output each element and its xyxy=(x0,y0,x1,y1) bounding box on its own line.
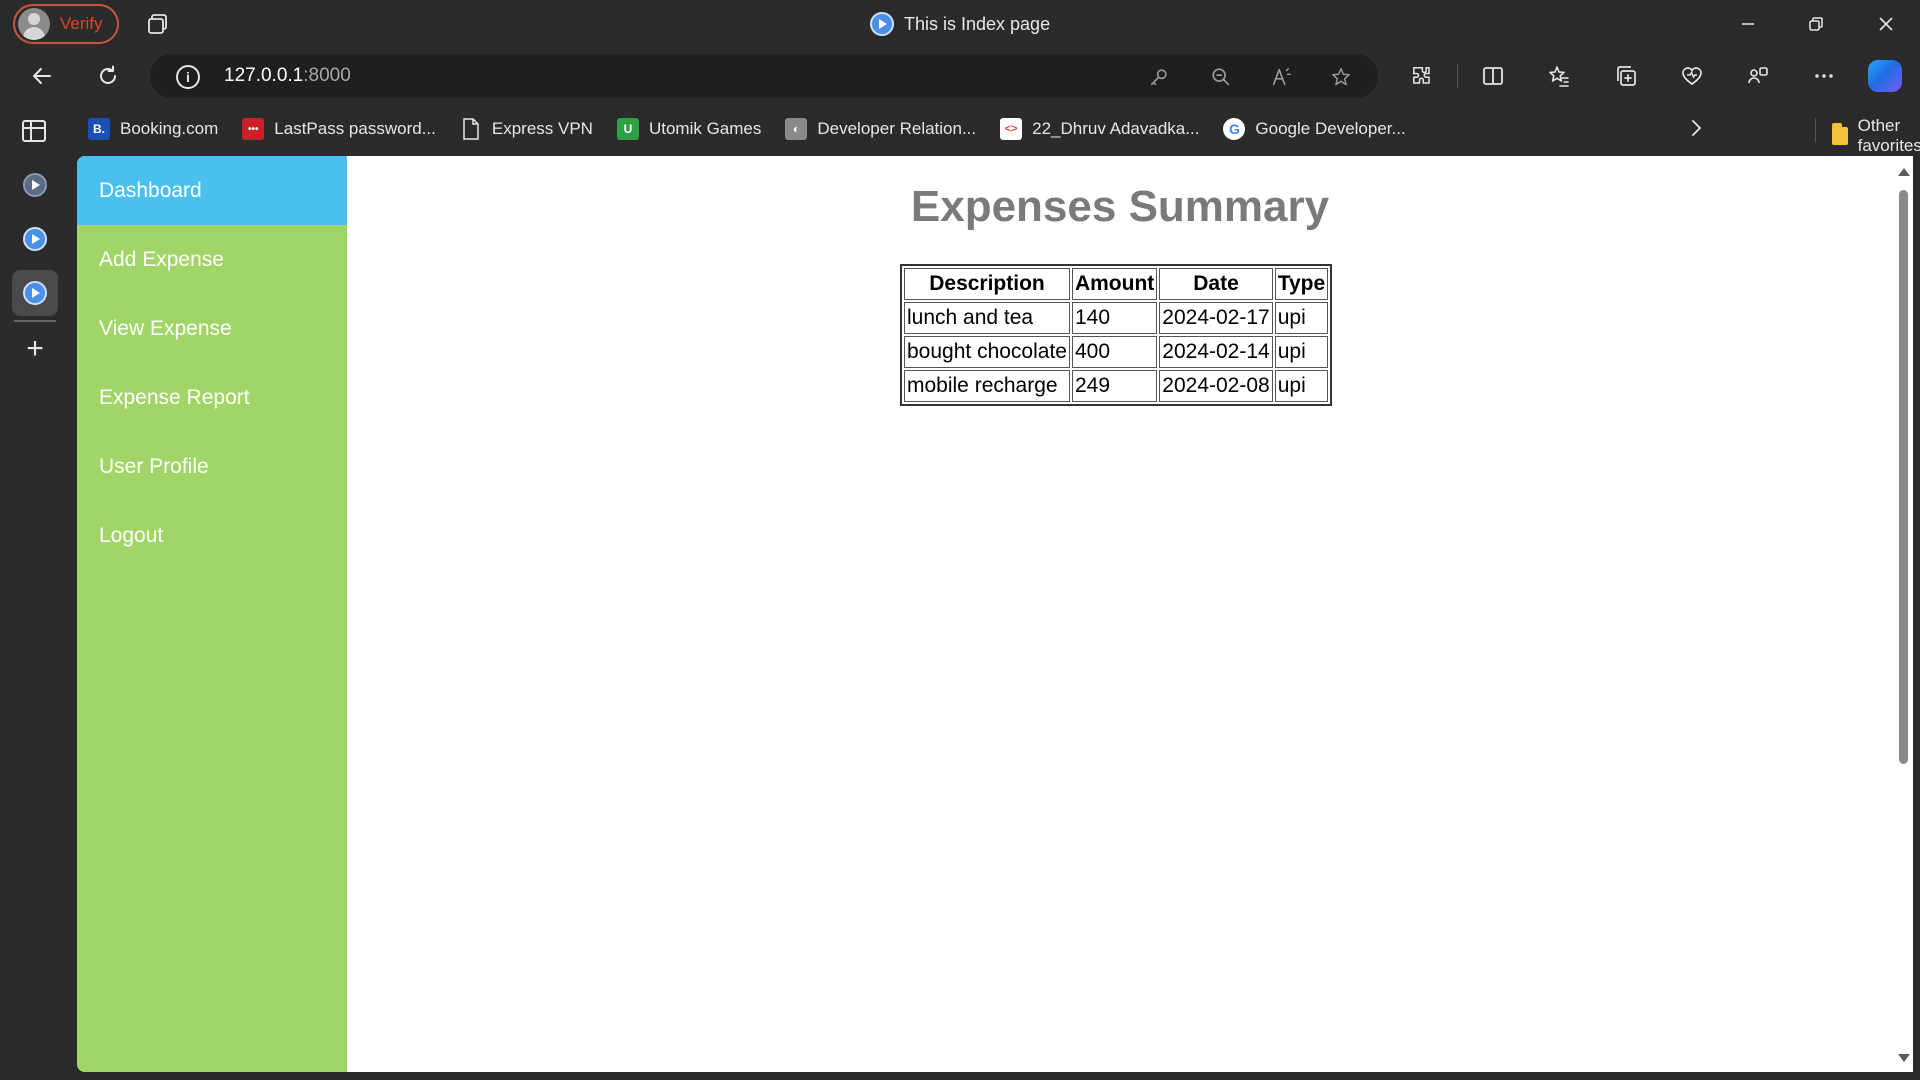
new-tab-plus-icon[interactable]: + xyxy=(20,334,50,364)
cell-description: mobile recharge xyxy=(904,370,1070,402)
play-icon xyxy=(23,173,47,197)
sidebar-item-view-expense[interactable]: View Expense xyxy=(77,294,347,363)
sidebar-item-logout[interactable]: Logout xyxy=(77,501,347,570)
column-header-date: Date xyxy=(1159,268,1273,300)
extensions-icon[interactable] xyxy=(1408,62,1436,90)
column-header-type: Type xyxy=(1274,268,1329,300)
web-content: Dashboard Add Expense View Expense Expen… xyxy=(77,156,1913,1072)
favorite-booking[interactable]: B. Booking.com xyxy=(88,118,218,140)
favorite-dhruv[interactable]: <> 22_Dhruv Adavadka... xyxy=(1000,118,1199,140)
sidebar: Dashboard Add Expense View Expense Expen… xyxy=(77,156,347,1072)
profile-verify-label: Verify xyxy=(60,14,103,33)
close-icon[interactable] xyxy=(1872,10,1900,38)
browser-essentials-icon[interactable] xyxy=(1678,62,1706,90)
sidebar-item-expense-report[interactable]: Expense Report xyxy=(77,363,347,432)
window-title: This is Index page xyxy=(870,12,1050,36)
cell-description: lunch and tea xyxy=(904,302,1070,334)
zoom-out-icon[interactable] xyxy=(1208,64,1234,90)
url-text[interactable]: 127.0.0.1:8000 xyxy=(224,65,351,87)
cell-type: upi xyxy=(1274,370,1329,402)
tab-actions-icon[interactable] xyxy=(146,12,170,36)
favorite-developer-relation[interactable]: ◐ Developer Relation... xyxy=(785,118,976,140)
sidebar-item-add-expense[interactable]: Add Expense xyxy=(77,225,347,294)
main-content: Expenses Summary Description Amount Date… xyxy=(347,156,1893,1072)
vertical-tab-1[interactable] xyxy=(12,162,58,208)
tab-panel-icon[interactable] xyxy=(22,120,46,142)
chevron-right-icon[interactable] xyxy=(1688,118,1704,144)
workspaces-icon[interactable] xyxy=(1744,62,1772,90)
booking-icon: B. xyxy=(88,118,110,140)
read-aloud-icon[interactable] xyxy=(1268,64,1294,90)
column-header-amount: Amount xyxy=(1071,268,1158,300)
address-bar[interactable]: i 127.0.0.1:8000 xyxy=(150,54,1378,98)
page-title: Expenses Summary xyxy=(910,182,1330,231)
split-screen-icon[interactable] xyxy=(1479,62,1507,90)
password-key-icon[interactable] xyxy=(1146,64,1172,90)
devrel-icon: ◐ xyxy=(785,118,808,140)
vertical-scrollbar[interactable] xyxy=(1893,156,1913,1072)
utomik-icon: U xyxy=(616,118,639,140)
vertical-tabs-divider xyxy=(14,320,56,322)
favorites-divider xyxy=(1815,118,1816,142)
cell-type: upi xyxy=(1274,336,1329,368)
sidebar-item-dashboard[interactable]: Dashboard xyxy=(77,156,347,225)
play-icon xyxy=(870,12,894,36)
copilot-icon[interactable] xyxy=(1868,60,1902,92)
other-favorites[interactable]: Other favorites xyxy=(1832,116,1920,156)
google-icon: G xyxy=(1223,118,1246,140)
scroll-down-arrow-icon[interactable] xyxy=(1898,1054,1910,1062)
scroll-up-arrow-icon[interactable] xyxy=(1898,168,1910,176)
code-icon: <> xyxy=(1000,118,1023,140)
play-icon xyxy=(23,227,47,251)
cell-date: 2024-02-08 xyxy=(1159,370,1273,402)
page-icon xyxy=(460,118,482,140)
favorite-express-vpn[interactable]: Express VPN xyxy=(460,118,593,140)
title-bar: Verify This is Index page xyxy=(0,0,1920,48)
scroll-thumb[interactable] xyxy=(1899,190,1908,764)
more-options-icon[interactable] xyxy=(1810,62,1838,90)
table-row: mobile recharge 249 2024-02-08 upi xyxy=(904,370,1329,402)
expenses-table: Description Amount Date Type lunch and t… xyxy=(900,264,1333,406)
cell-amount: 400 xyxy=(1071,336,1158,368)
cell-date: 2024-02-17 xyxy=(1159,302,1273,334)
back-icon[interactable] xyxy=(28,62,56,90)
column-header-description: Description xyxy=(904,268,1070,300)
collections-icon[interactable] xyxy=(1612,62,1640,90)
refresh-icon[interactable] xyxy=(94,62,122,90)
favorite-star-icon[interactable] xyxy=(1328,64,1354,90)
vertical-tab-2[interactable] xyxy=(12,216,58,262)
cell-amount: 249 xyxy=(1071,370,1158,402)
cell-type: upi xyxy=(1274,302,1329,334)
table-row: bought chocolate 400 2024-02-14 upi xyxy=(904,336,1329,368)
lastpass-icon: ••• xyxy=(242,118,265,140)
navigation-bar: i 127.0.0.1:8000 xyxy=(0,48,1920,104)
folder-icon xyxy=(1832,123,1848,145)
avatar xyxy=(18,8,50,40)
site-info-icon[interactable]: i xyxy=(176,65,200,89)
restore-icon[interactable] xyxy=(1802,10,1830,38)
favorites-icon[interactable] xyxy=(1545,62,1573,90)
favorite-utomik[interactable]: U Utomik Games xyxy=(616,118,761,140)
vertical-tabs: + xyxy=(0,108,70,1080)
favorites-bar: B. Booking.com ••• LastPass password... … xyxy=(88,108,1920,155)
cell-date: 2024-02-14 xyxy=(1159,336,1273,368)
favorite-google-developer[interactable]: G Google Developer... xyxy=(1223,118,1406,140)
cell-amount: 140 xyxy=(1071,302,1158,334)
profile-button[interactable]: Verify xyxy=(13,4,119,44)
window-title-text: This is Index page xyxy=(904,13,1051,34)
favorite-lastpass[interactable]: ••• LastPass password... xyxy=(242,118,436,140)
play-icon xyxy=(23,281,47,305)
minimize-icon[interactable] xyxy=(1734,10,1762,38)
table-row: lunch and tea 140 2024-02-17 upi xyxy=(904,302,1329,334)
vertical-tab-active[interactable] xyxy=(12,270,58,316)
sidebar-item-user-profile[interactable]: User Profile xyxy=(77,432,347,501)
cell-description: bought chocolate xyxy=(904,336,1070,368)
toolbar-divider xyxy=(1457,64,1458,88)
table-header-row: Description Amount Date Type xyxy=(904,268,1329,300)
